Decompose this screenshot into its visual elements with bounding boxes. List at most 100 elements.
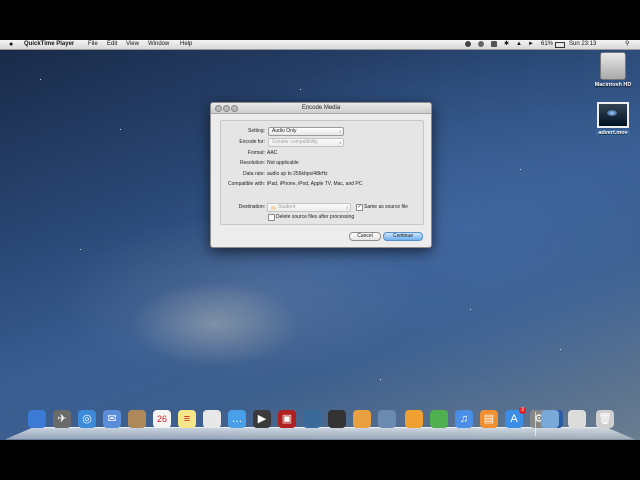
data-rate-value: audio up to 256kbps/48kHz [267,171,328,177]
delete-source-row: Delete source files after processing [221,213,423,221]
safari-icon[interactable]: ◎ [78,410,96,428]
compatible-label: Compatible with: [228,181,265,187]
desktop-icon-label: advert.mov [596,130,630,136]
hard-drive-icon [600,52,626,80]
documents-stack-icon[interactable] [568,410,586,428]
encode-for-row: Encode for: Greater compatibility ↕ [221,138,423,147]
numbers-icon[interactable] [430,410,448,428]
menu-file[interactable]: File [88,40,98,49]
itunes-glyph: ♫ [459,413,469,425]
ibooks-icon[interactable]: ▤ [480,410,498,428]
itunes-icon[interactable]: ♫ [455,410,473,428]
battery-percent: 61% [541,41,554,47]
trash-icon[interactable]: 🗑 [596,410,614,428]
menu-clock[interactable]: Sun 23:13 [569,40,596,49]
mail-icon[interactable]: ✉ [103,410,121,428]
format-value: AAC [267,150,278,156]
letterbox-bottom [0,440,640,480]
keynote-icon[interactable] [378,410,396,428]
encode-for-label: Encode for: [239,139,265,145]
app-store-icon[interactable]: A3 [505,407,526,428]
dock [4,426,636,440]
facetime-icon[interactable]: ▶ [253,410,271,428]
destination-row: Destination: Student ↕ ✓ Same as source … [221,203,423,212]
destination-popup: Student ↕ [267,203,351,212]
launchpad-icon[interactable]: ✈ [53,410,71,428]
delete-source-label[interactable]: Delete source files after processing [276,213,354,221]
iphoto-icon[interactable] [303,410,321,428]
screen: ● QuickTime Player File Edit View Window… [0,0,640,480]
finder-icon[interactable] [28,410,46,428]
resolution-row: Resolution: Not applicable [221,159,423,167]
calendar-icon[interactable]: 26 [153,410,171,428]
data-rate-row: Data rate: audio up to 256kbps/48kHz [221,170,423,178]
apple-menu-icon[interactable]: ● [9,40,13,49]
time-machine-icon[interactable] [478,41,484,47]
pages-icon[interactable] [405,410,423,428]
format-row: Format: AAC [221,149,423,157]
dialog-body: Setting: Audio Only ↕ Encode for: Greate… [220,120,424,225]
wifi-icon[interactable]: ▲ [516,40,522,49]
continue-button[interactable]: Continue [383,232,423,241]
imovie-icon[interactable] [328,410,346,428]
mail-glyph: ✉ [107,413,117,425]
desktop-icon-macintosh-hd[interactable]: Macintosh HD [590,52,636,88]
compatible-value: iPad, iPhone, iPod, Apple TV, Mac, and P… [267,181,363,187]
volume-icon[interactable]: ► [528,40,534,49]
letterbox-top [0,0,640,40]
display-icon[interactable] [491,41,497,47]
downloads-folder-icon[interactable] [541,410,559,428]
menu-edit[interactable]: Edit [107,40,117,49]
destination-label: Destination: [238,204,265,210]
popup-arrows-icon: ↕ [346,205,348,210]
movie-file-icon [597,102,629,128]
calendar-glyph: 26 [156,414,167,424]
notes-icon[interactable]: ≡ [178,410,196,428]
app-store-badge: 3 [519,407,526,414]
screen-record-icon[interactable] [465,41,471,47]
menu-view[interactable]: View [126,40,139,49]
battery-icon[interactable] [555,42,565,48]
resolution-label: Resolution: [239,160,265,166]
dock-divider [535,412,536,436]
resolution-value: Not applicable [267,160,299,166]
notes-glyph: ≡ [183,413,191,425]
app-menu[interactable]: QuickTime Player [24,40,74,49]
menu-help[interactable]: Help [180,40,192,49]
folder-icon [271,205,276,210]
encode-for-value: Greater compatibility [272,139,318,145]
setting-value: Audio Only [272,128,297,134]
destination-value: Student [278,204,296,210]
launchpad-glyph: ✈ [57,413,67,425]
encode-media-dialog: Encode Media Setting: Audio Only ↕ Encod… [210,102,432,248]
messages-glyph: … [231,413,243,425]
spotlight-search-icon[interactable]: ⚲ [625,40,629,49]
ibooks-glyph: ▤ [483,413,495,425]
popup-arrows-icon: ↕ [339,140,341,145]
facetime-glyph: ▶ [257,413,267,425]
messages-icon[interactable]: … [228,410,246,428]
garageband-icon[interactable] [353,410,371,428]
data-rate-label: Data rate: [243,171,265,177]
photo-booth-icon[interactable]: ▣ [278,410,296,428]
same-as-source-label[interactable]: Same as source file [364,203,408,211]
menu-window[interactable]: Window [148,40,169,49]
desktop-icon-advert-mov[interactable]: advert.mov [590,102,636,136]
photo-booth-glyph: ▣ [281,413,293,425]
cancel-button[interactable]: Cancel [349,232,381,241]
setting-row: Setting: Audio Only ↕ [221,127,423,136]
delete-source-checkbox[interactable] [268,214,275,221]
reminders-icon[interactable] [203,410,221,428]
popup-arrows-icon: ↕ [339,129,341,134]
contacts-icon[interactable] [128,410,146,428]
bluetooth-icon[interactable]: ✱ [504,40,509,49]
dialog-title: Encode Media [301,105,341,111]
encode-for-popup: Greater compatibility ↕ [268,138,344,147]
same-as-source-checkbox[interactable]: ✓ [356,204,363,211]
menu-bar: ● QuickTime Player File Edit View Window… [0,40,640,50]
format-label: Format: [247,150,265,156]
setting-popup[interactable]: Audio Only ↕ [268,127,344,136]
dialog-titlebar[interactable]: Encode Media [211,103,431,114]
desktop-icon-label: Macintosh HD [594,82,632,88]
safari-glyph: ◎ [82,413,92,425]
